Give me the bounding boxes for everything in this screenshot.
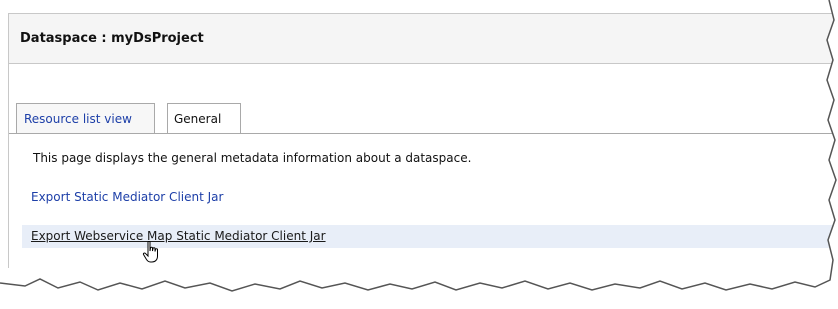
window-header: Dataspace : myDsProject — [9, 14, 838, 64]
general-tab-panel: This page displays the general metadata … — [9, 133, 838, 268]
tab-strip: Resource list view General — [9, 103, 838, 134]
export-webservice-map-link[interactable]: Export Webservice Map Static Mediator Cl… — [31, 229, 326, 243]
page-title: Dataspace : myDsProject — [20, 31, 204, 46]
panel-description: This page displays the general metadata … — [33, 151, 472, 165]
tab-general[interactable]: General — [167, 103, 241, 134]
hand-pointer-icon — [142, 241, 158, 263]
export-static-mediator-link[interactable]: Export Static Mediator Client Jar — [31, 190, 223, 204]
dataspace-window: Dataspace : myDsProject Resource list vi… — [8, 13, 838, 268]
tab-resource-list-view[interactable]: Resource list view — [16, 103, 155, 134]
screenshot-canvas: Dataspace : myDsProject Resource list vi… — [0, 0, 838, 309]
